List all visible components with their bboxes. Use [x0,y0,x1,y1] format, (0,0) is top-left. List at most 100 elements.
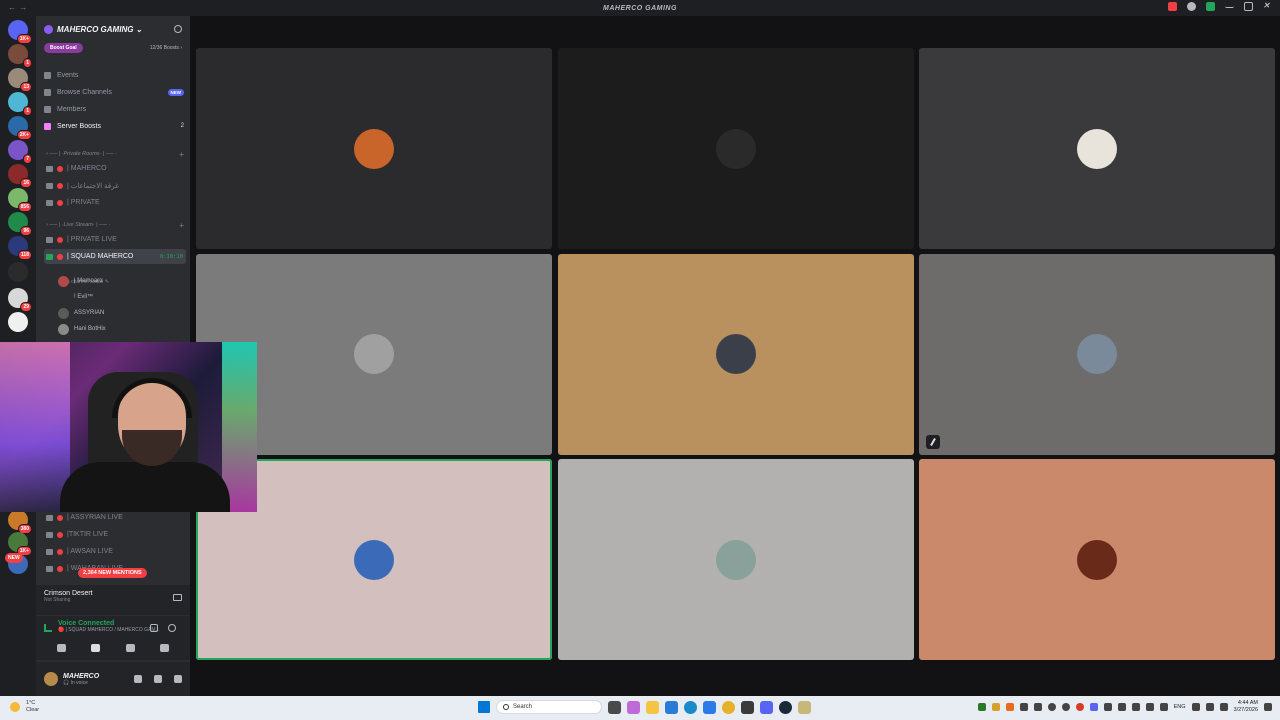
participant-tile[interactable] [557,48,914,249]
menu-events[interactable]: Events [44,68,184,82]
menu-members[interactable]: Members [44,102,184,116]
help-icon[interactable] [1187,2,1196,11]
server-icon[interactable]: 1K+ [8,532,32,556]
server-icon[interactable] [8,312,28,332]
new-unreads-badge[interactable]: NEW [5,553,23,563]
tray-icon[interactable] [1117,703,1126,711]
tray-icon[interactable] [1019,703,1028,711]
participant-tile[interactable] [557,253,914,455]
camera-icon[interactable] [56,644,66,652]
copilot-icon[interactable] [627,700,640,714]
channel-squad-maherco[interactable]: | SQUAD MAHERCO 0:10:10 [44,249,186,264]
boost-goal-row[interactable]: Boost Goal 12/36 Boosts › [44,42,182,54]
signal-icon[interactable] [44,624,52,632]
tray-icon[interactable] [1033,703,1042,711]
participant-tile[interactable] [196,48,552,249]
mic-icon[interactable] [134,675,142,683]
discord-icon[interactable] [760,700,773,714]
channel-tiktir-live[interactable]: |TIKTIR LIVE [44,527,186,542]
notifications-icon[interactable] [1264,703,1272,711]
voice-channel[interactable]: 🔴 | SQUAD MAHERCO / MAHERCO GAM... [44,627,182,633]
participant-tile[interactable] [919,459,1275,660]
file-explorer-icon[interactable] [646,700,659,714]
obs-icon[interactable] [741,700,754,714]
tray-icon[interactable] [1089,703,1098,711]
bluetooth-icon[interactable] [1145,703,1154,711]
game-icon[interactable] [798,700,811,714]
channel-private[interactable]: | PRIVATE [44,195,186,210]
tray-icon[interactable] [1005,703,1014,711]
soundboard-icon[interactable] [160,644,170,652]
settings-app-icon[interactable] [703,700,716,714]
channel-awsan-live[interactable]: | AWSAN LIVE [44,544,186,559]
tray-icon[interactable] [1047,703,1056,711]
inbox-icon[interactable] [1168,2,1177,11]
server-icon[interactable]: 2K+ [8,116,32,140]
new-mentions-button[interactable]: 2,304 NEW MENTIONS [78,568,147,578]
download-icon[interactable] [1206,2,1215,11]
voice-member[interactable]: ! Evil™ [58,290,93,304]
chrome-icon[interactable] [722,700,735,714]
add-channel-icon[interactable]: + [179,221,184,230]
close-icon[interactable]: ✕ [1263,2,1272,11]
tray-icon[interactable] [1131,703,1140,711]
voice-status[interactable]: Voice Connected [44,620,182,627]
server-icon[interactable]: 96 [8,212,32,236]
add-channel-icon[interactable]: + [179,150,184,159]
gear-icon[interactable] [174,675,182,683]
menu-browse-channels[interactable]: Browse Channels NEW [44,85,184,99]
screen-share-button[interactable] [91,644,101,652]
store-icon[interactable] [665,700,678,714]
participant-tile[interactable] [919,253,1275,455]
server-icon[interactable]: 13 [8,68,32,92]
server-icon[interactable]: 856 [8,188,32,212]
guild-header[interactable]: MAHERCO GAMING ⌄ [36,16,190,42]
maximize-icon[interactable] [1244,2,1253,11]
weather-widget[interactable]: 1°C Clear [10,700,39,714]
category-live-stream[interactable]: › ── | ·Live Stream· | ── · + [46,220,184,230]
participant-tile[interactable] [919,48,1275,249]
tray-icon[interactable] [1075,703,1084,711]
tray-icon[interactable] [1103,703,1112,711]
volume-icon[interactable] [1205,703,1214,711]
channel-assyrian-live[interactable]: | ASSYRIAN LIVE [44,510,186,525]
noise-suppression-icon[interactable] [150,624,158,632]
tray-icon[interactable] [1159,703,1168,711]
channel-maherco[interactable]: | MAHERCO [44,161,186,176]
steam-icon[interactable] [779,700,792,714]
server-icon[interactable]: 1 [8,92,32,116]
tray-icon[interactable] [1061,703,1070,711]
language-indicator[interactable]: ENG [1174,704,1186,710]
battery-icon[interactable] [1219,703,1228,711]
voice-member[interactable]: | Memoarα [58,274,103,288]
server-icon[interactable] [8,262,28,282]
username[interactable]: MAHERCO [63,673,99,680]
headphones-icon[interactable] [154,675,162,683]
tray-icon[interactable] [991,703,1000,711]
clock[interactable]: 4:44 AM 3/27/2026 [1234,700,1258,714]
server-icon[interactable]: 380 [8,510,32,534]
screen-share-icon[interactable] [173,594,182,601]
server-icon[interactable]: 118 [8,236,32,260]
start-icon[interactable] [478,701,490,713]
server-icon[interactable]: 29 [8,288,32,312]
minimize-icon[interactable] [1225,2,1234,8]
activities-icon[interactable] [125,644,135,652]
nav-arrows[interactable]: ← → [8,3,28,12]
category-private-rooms[interactable]: › ── | ·Private Rooms· | ── · + [46,149,184,159]
edge-icon[interactable] [684,700,697,714]
avatar[interactable] [44,672,58,686]
server-icon[interactable]: 7 [8,140,32,164]
tray-icon[interactable] [977,703,986,711]
server-icon[interactable]: 1K+ [8,20,32,44]
menu-server-boosts[interactable]: Server Boosts 2 [44,119,184,133]
participant-tile[interactable] [557,459,914,660]
channel-private-live[interactable]: | PRIVATE LIVE [44,232,186,247]
wifi-icon[interactable] [1191,703,1200,711]
voice-member[interactable]: Hani BotHix [58,322,106,336]
task-view-icon[interactable] [608,700,621,714]
taskbar-search[interactable]: Search [496,700,602,714]
add-member-icon[interactable] [174,25,182,33]
server-icon[interactable]: 1 [8,44,32,68]
server-icon[interactable]: 16 [8,164,32,188]
